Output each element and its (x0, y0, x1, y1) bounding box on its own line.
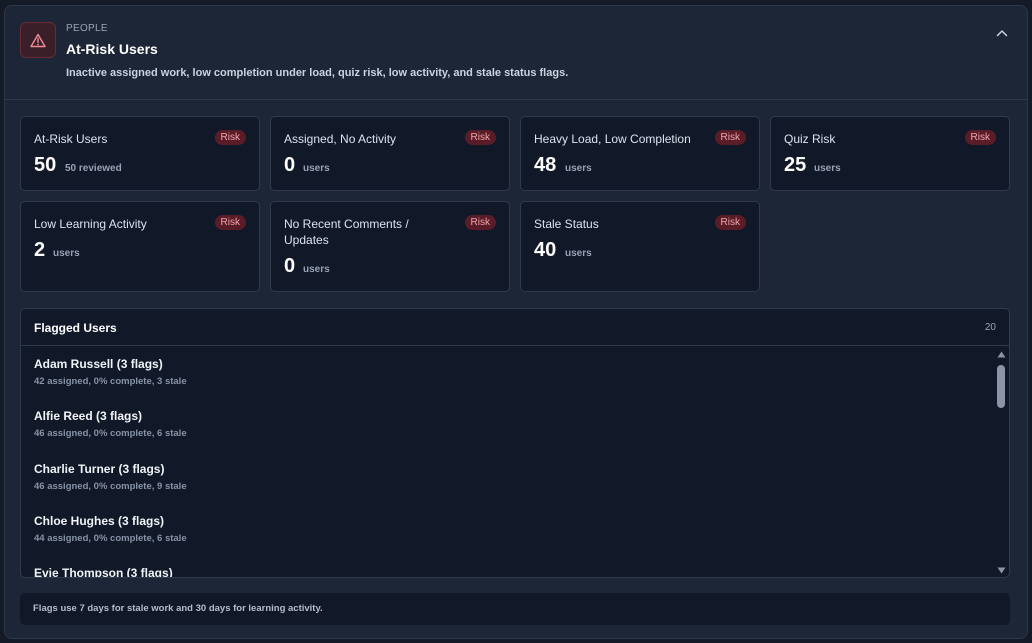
card-label: Heavy Load, Low Completion (534, 132, 691, 146)
card-unit: users (565, 163, 592, 174)
footer-note: Flags use 7 days for stale work and 30 d… (20, 593, 1010, 625)
flagged-users-header: Flagged Users 20 (21, 309, 1009, 346)
user-name: Alfie Reed (3 flags) (34, 409, 143, 423)
flagged-users-list[interactable]: Adam Russell (3 flags) 42 assigned, 0% c… (21, 347, 995, 577)
card-label: No Recent Comments / Updates (284, 217, 409, 247)
list-item[interactable]: Charlie Turner (3 flags) 46 assigned, 0%… (34, 462, 934, 502)
user-name: Charlie Turner (3 flags) (34, 462, 165, 476)
list-item[interactable]: Alfie Reed (3 flags) 46 assigned, 0% com… (34, 409, 934, 449)
scroll-up-arrow-icon (997, 351, 1005, 357)
risk-badge: Risk (964, 130, 996, 145)
list-item[interactable]: Evie Thompson (3 flags) (34, 566, 934, 577)
list-scrollbar[interactable] (995, 347, 1007, 577)
flagged-users-title: Flagged Users (34, 321, 117, 335)
risk-badge: Risk (464, 215, 496, 230)
warning-triangle-icon (20, 22, 56, 58)
list-item[interactable]: Adam Russell (3 flags) 42 assigned, 0% c… (34, 357, 934, 397)
section-eyebrow: PEOPLE (66, 23, 108, 34)
card-unit: 50 reviewed (65, 163, 122, 174)
card-label: Quiz Risk (784, 132, 836, 146)
scroll-up-button[interactable] (996, 349, 1006, 359)
card-at-risk-users: At-Risk Users Risk 50 50 reviewed (20, 116, 260, 191)
card-unit: users (53, 248, 80, 259)
card-quiz-risk: Quiz Risk Risk 25 users (770, 116, 1010, 191)
card-value: 0 (284, 154, 296, 176)
collapse-button[interactable] (993, 24, 1011, 42)
list-item[interactable]: Chloe Hughes (3 flags) 44 assigned, 0% c… (34, 514, 934, 554)
page-subtitle: Inactive assigned work, low completion u… (66, 67, 569, 79)
card-unit: users (565, 248, 592, 259)
card-heavy-load-low-completion: Heavy Load, Low Completion Risk 48 users (520, 116, 760, 191)
risk-badge: Risk (714, 215, 746, 230)
user-meta: 46 assigned, 0% complete, 9 stale (34, 481, 187, 492)
flagged-users-section: Flagged Users 20 Adam Russell (3 flags) … (20, 308, 1010, 578)
card-value: 50 (34, 154, 57, 176)
panel-header: PEOPLE At-Risk Users Inactive assigned w… (5, 6, 1027, 100)
risk-badge: Risk (464, 130, 496, 145)
card-stale-status: Stale Status Risk 40 users (520, 201, 760, 292)
card-label: Assigned, No Activity (284, 132, 397, 146)
card-unit: users (303, 264, 330, 275)
at-risk-users-panel: PEOPLE At-Risk Users Inactive assigned w… (4, 5, 1028, 639)
card-label: Low Learning Activity (34, 217, 147, 231)
card-value: 2 (34, 239, 46, 261)
scroll-down-button[interactable] (996, 565, 1006, 575)
user-meta: 46 assigned, 0% complete, 6 stale (34, 428, 187, 439)
risk-badge: Risk (714, 130, 746, 145)
card-low-learning-activity: Low Learning Activity Risk 2 users (20, 201, 260, 292)
risk-badge: Risk (214, 130, 246, 145)
card-value: 40 (534, 239, 557, 261)
card-no-recent-comments: No Recent Comments / Updates Risk 0 user… (270, 201, 510, 292)
card-value: 0 (284, 255, 296, 277)
footer-note-text: Flags use 7 days for stale work and 30 d… (33, 603, 323, 614)
chevron-up-icon (996, 30, 1008, 37)
card-label: Stale Status (534, 217, 599, 231)
user-name: Chloe Hughes (3 flags) (34, 514, 165, 528)
flagged-users-count: 20 (984, 322, 996, 333)
card-label: At-Risk Users (34, 132, 108, 146)
scroll-down-arrow-icon (997, 567, 1005, 573)
user-name: Evie Thompson (3 flags) (34, 566, 173, 577)
card-assigned-no-activity: Assigned, No Activity Risk 0 users (270, 116, 510, 191)
risk-badge: Risk (214, 215, 246, 230)
page-title: At-Risk Users (66, 41, 158, 57)
card-unit: users (814, 163, 841, 174)
user-meta: 42 assigned, 0% complete, 3 stale (34, 376, 187, 387)
scroll-thumb[interactable] (997, 365, 1005, 408)
user-name: Adam Russell (3 flags) (34, 357, 163, 371)
card-unit: users (303, 163, 330, 174)
user-meta: 44 assigned, 0% complete, 6 stale (34, 533, 187, 544)
card-value: 25 (784, 154, 807, 176)
card-value: 48 (534, 154, 557, 176)
